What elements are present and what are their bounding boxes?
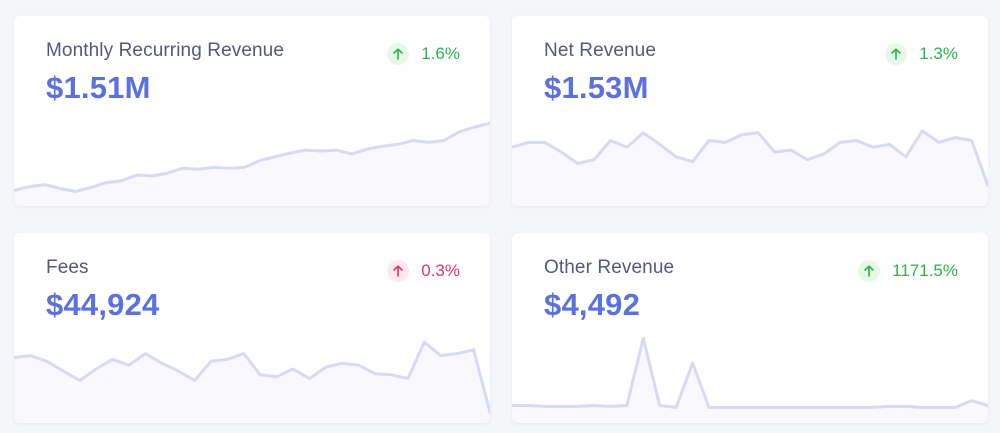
card-net-revenue[interactable]: Net Revenue $1.53M 1.3% bbox=[512, 16, 988, 206]
card-title: Monthly Recurring Revenue bbox=[46, 40, 285, 61]
card-fees[interactable]: Fees $44,924 0.3% bbox=[14, 233, 490, 423]
change-value: 1171.5% bbox=[892, 261, 958, 280]
change-value: 1.3% bbox=[919, 44, 958, 63]
sparkline-area bbox=[512, 338, 988, 423]
change-value: 1.6% bbox=[421, 44, 460, 63]
card-title: Other Revenue bbox=[544, 257, 675, 278]
card-title: Fees bbox=[46, 257, 89, 278]
change-indicator: 1.3% bbox=[885, 43, 958, 65]
change-indicator: 1171.5% bbox=[858, 260, 958, 282]
change-indicator: 1.6% bbox=[387, 43, 460, 65]
arrow-up-icon bbox=[885, 43, 908, 65]
change-value: 0.3% bbox=[421, 261, 460, 280]
arrow-up-icon bbox=[387, 260, 410, 282]
sparkline-line bbox=[512, 336, 988, 409]
card-monthly-recurring-revenue[interactable]: Monthly Recurring Revenue $1.51M 1.6% bbox=[14, 16, 490, 206]
sparkline-chart bbox=[512, 129, 988, 206]
card-other-revenue[interactable]: Other Revenue $4,492 1171.5% bbox=[512, 233, 988, 423]
card-title: Net Revenue bbox=[544, 40, 657, 61]
change-indicator: 0.3% bbox=[387, 260, 460, 282]
sparkline-chart bbox=[512, 336, 988, 423]
sparkline-chart bbox=[14, 340, 490, 423]
arrow-up-icon bbox=[387, 43, 410, 65]
sparkline-chart bbox=[14, 121, 490, 206]
arrow-up-icon bbox=[858, 260, 881, 282]
